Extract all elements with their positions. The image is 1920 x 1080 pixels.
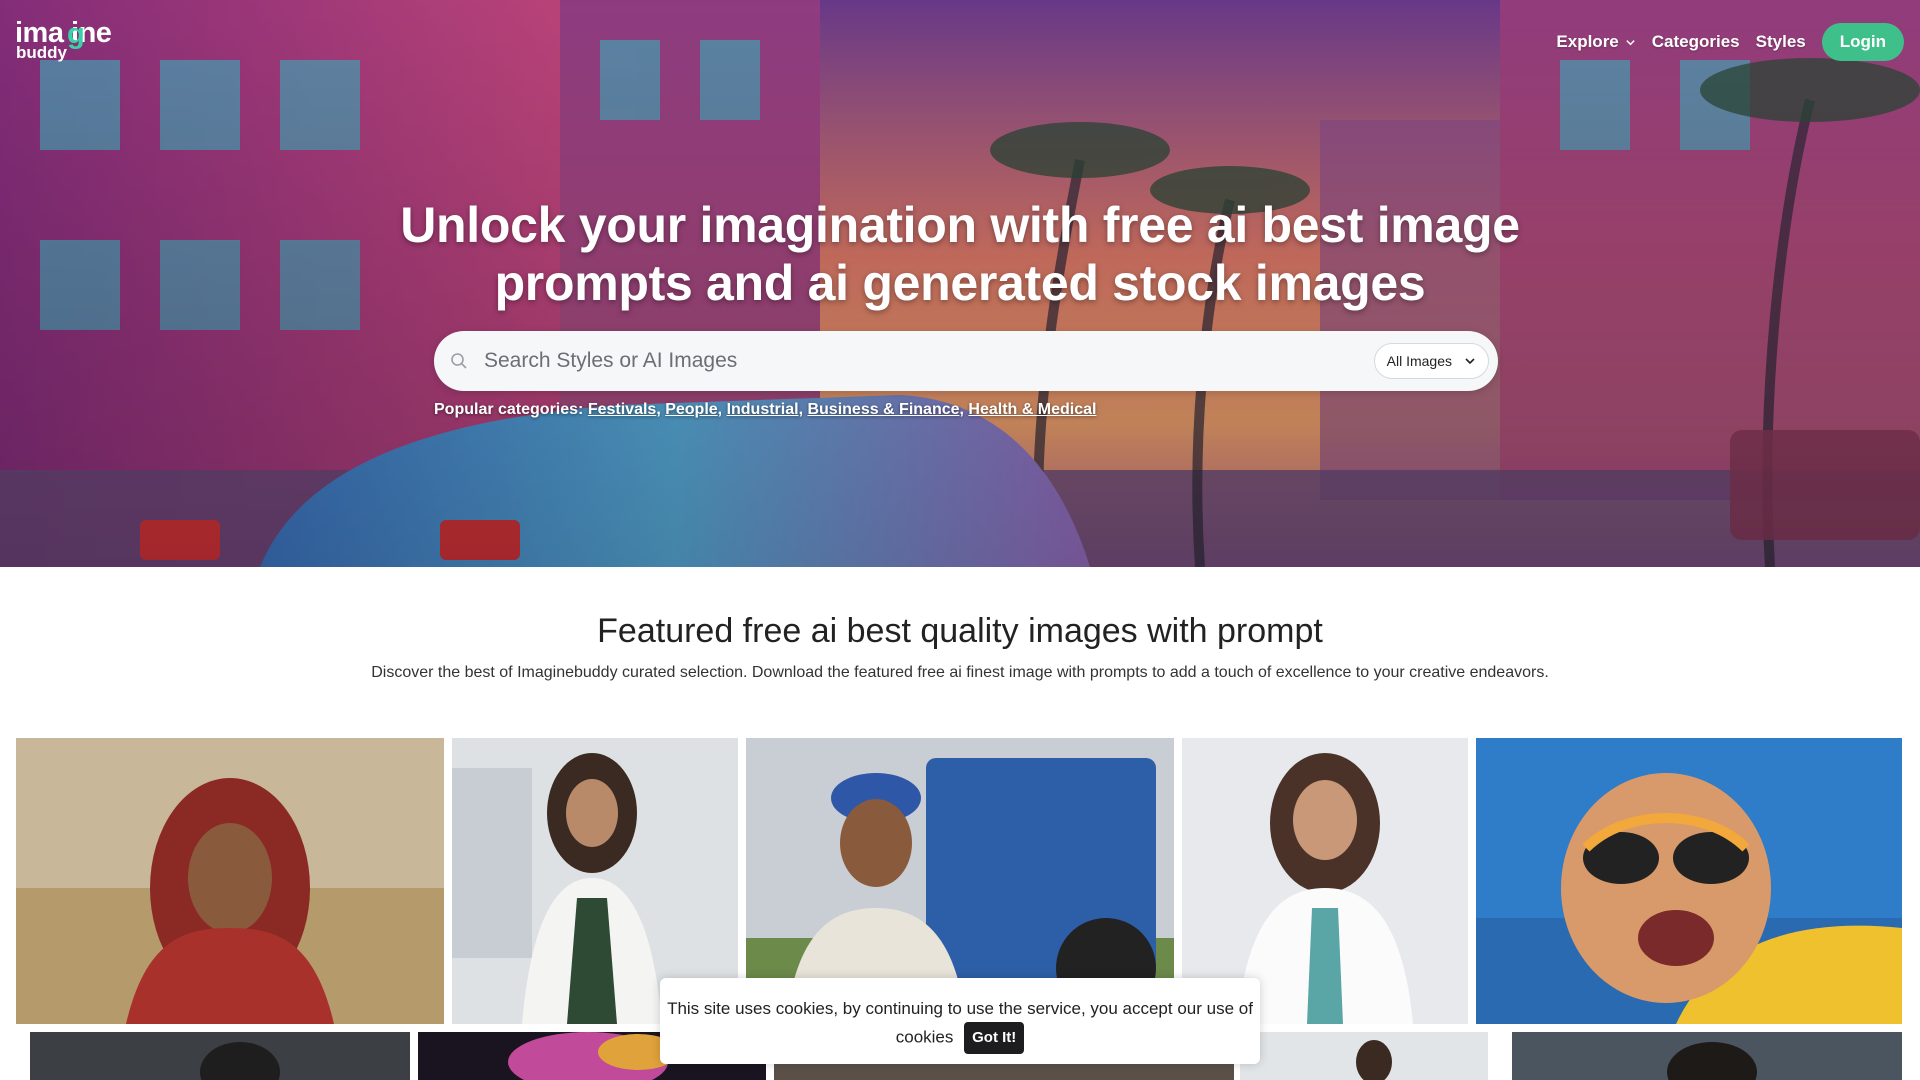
- nav-explore-label: Explore: [1556, 32, 1619, 51]
- image-type-dropdown[interactable]: All Images: [1373, 343, 1489, 379]
- top-navigation: Explore Categories Styles Login: [1556, 22, 1904, 62]
- site-logo[interactable]: ima ine g buddy: [15, 18, 135, 62]
- popular-categories-label: Popular categories:: [434, 401, 584, 418]
- hero-title: Unlock your imagination with free ai bes…: [400, 197, 1520, 311]
- popular-categories: Popular categories: Festivals, People, I…: [434, 401, 1097, 418]
- search-icon: [451, 353, 467, 369]
- nav-categories[interactable]: Categories: [1652, 32, 1740, 52]
- logo-subtext: buddy: [16, 43, 67, 62]
- category-link-business-finance[interactable]: Business & Finance: [807, 401, 959, 418]
- nav-explore[interactable]: Explore: [1556, 32, 1635, 52]
- cookie-accept-button[interactable]: Got It!: [964, 1022, 1025, 1054]
- gallery-image-boy-sunglasses-pool[interactable]: [1476, 738, 1902, 1024]
- image-type-selected: All Images: [1386, 353, 1452, 369]
- search-input[interactable]: [484, 341, 1264, 381]
- gallery-image-row2-4[interactable]: [1240, 1032, 1488, 1080]
- featured-description: Discover the best of Imaginebuddy curate…: [371, 664, 1549, 681]
- nav-styles[interactable]: Styles: [1756, 32, 1806, 52]
- chevron-down-icon: [1465, 358, 1475, 365]
- login-button[interactable]: Login: [1821, 23, 1904, 61]
- search-bar: All Images: [434, 331, 1498, 391]
- gallery-image-woman-red-saree[interactable]: [16, 738, 444, 1024]
- featured-title: Featured free ai best quality images wit…: [597, 612, 1323, 650]
- logo-accent-letter: g: [67, 18, 85, 50]
- category-link-festivals[interactable]: Festivals: [588, 401, 656, 418]
- category-link-health-medical[interactable]: Health & Medical: [968, 401, 1096, 418]
- cookie-message: This site uses cookies, by continuing to…: [667, 999, 1253, 1047]
- chevron-down-icon: [1626, 39, 1635, 45]
- category-link-industrial[interactable]: Industrial: [727, 401, 799, 418]
- gallery-image-row2-5[interactable]: [1512, 1032, 1902, 1080]
- category-link-people[interactable]: People: [665, 401, 717, 418]
- cookie-consent-banner: This site uses cookies, by continuing to…: [660, 978, 1260, 1064]
- gallery-image-row2-1[interactable]: [30, 1032, 410, 1080]
